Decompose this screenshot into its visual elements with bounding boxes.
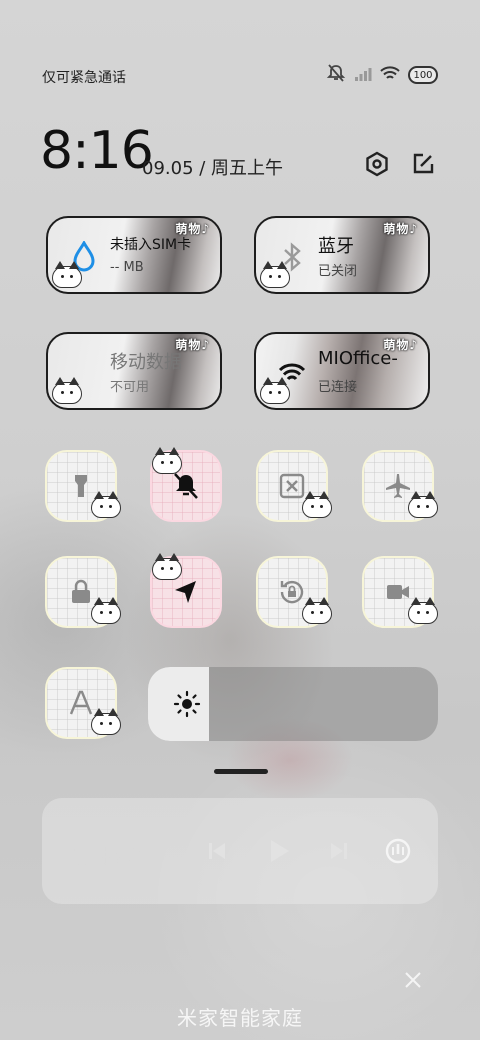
cat-sticker-icon [91, 708, 121, 735]
play-icon [271, 840, 289, 862]
tile-subtitle: -- MB [110, 260, 144, 275]
signal-icon [354, 66, 372, 85]
cat-sticker-icon [152, 447, 182, 474]
rotation-lock-tile[interactable] [256, 556, 332, 628]
close-icon [405, 972, 421, 988]
play-button[interactable] [264, 836, 294, 866]
flashlight-tile[interactable] [45, 450, 121, 522]
sim-data-tile[interactable]: 萌物♪ 未插入SIM卡 -- MB [46, 216, 222, 294]
media-card[interactable]: 暂无播放 [42, 798, 438, 904]
cat-sticker-icon [260, 261, 290, 288]
close-button[interactable] [400, 970, 426, 996]
previous-icon [209, 843, 225, 859]
font-icon [69, 690, 93, 715]
cat-sticker-icon [302, 491, 332, 518]
drag-handle[interactable] [214, 769, 268, 774]
tile-subtitle: 已连接 [318, 380, 358, 395]
cat-sticker-icon [408, 597, 438, 624]
tile-title: 未插入SIM卡 [110, 237, 192, 253]
bell-off-icon [174, 473, 198, 499]
video-camera-icon [387, 585, 409, 599]
location-tile[interactable] [150, 553, 222, 628]
tile-badge: 萌物♪ [383, 222, 418, 236]
flashlight-icon [75, 475, 87, 497]
mute-icon [326, 64, 346, 86]
settings-button[interactable] [361, 148, 393, 180]
tile-subtitle: 不可用 [110, 380, 150, 395]
clock: 8:16 [40, 121, 154, 181]
smart-home-title[interactable]: 米家智能家庭 [0, 1002, 480, 1031]
cat-sticker-icon [152, 553, 182, 580]
lock-icon [72, 579, 90, 603]
lock-screen-tile[interactable] [45, 556, 121, 628]
wifi-tile[interactable]: 萌物♪ MIOffice- 已连接 [254, 332, 430, 410]
rotation-lock-icon [280, 580, 304, 604]
edit-button[interactable] [407, 148, 439, 180]
edit-icon [413, 153, 434, 174]
airplane-tile[interactable] [362, 450, 438, 522]
cat-sticker-icon [408, 491, 438, 518]
status-icons: 100 [326, 64, 438, 86]
cast-button[interactable] [383, 836, 413, 866]
tile-subtitle: 已关闭 [318, 264, 358, 279]
carrier-status: 仅可紧急通话 [42, 70, 126, 86]
next-button[interactable] [324, 836, 354, 866]
tile-title: 移动数据 [110, 352, 182, 373]
cat-sticker-icon [91, 491, 121, 518]
tile-title: 蓝牙 [318, 236, 354, 257]
screenshot-icon [279, 473, 305, 499]
cat-sticker-icon [52, 261, 82, 288]
screenshot-tile[interactable] [256, 450, 332, 522]
next-icon [331, 843, 347, 859]
bluetooth-tile[interactable]: 萌物♪ 蓝牙 已关闭 [254, 216, 430, 294]
sun-icon [173, 690, 201, 718]
cat-sticker-icon [260, 377, 290, 404]
font-tile[interactable] [45, 667, 121, 739]
cat-sticker-icon [52, 377, 82, 404]
battery-icon: 100 [408, 66, 438, 84]
mobile-data-tile[interactable]: 萌物♪ 移动数据 不可用 [46, 332, 222, 410]
mute-tile[interactable] [150, 447, 222, 522]
location-arrow-icon [175, 581, 196, 603]
cat-sticker-icon [91, 597, 121, 624]
wifi-icon [380, 65, 400, 85]
airplane-icon [386, 474, 410, 498]
tile-title: MIOffice- [318, 348, 398, 369]
cast-icon [385, 838, 411, 864]
date: 09.05 / 周五上午 [142, 158, 284, 179]
brightness-slider[interactable] [148, 667, 438, 741]
cat-sticker-icon [302, 597, 332, 624]
gear-hex-icon [366, 151, 388, 177]
previous-button[interactable] [202, 836, 232, 866]
screen-record-tile[interactable] [362, 556, 438, 628]
media-status: 暂无播放 [64, 846, 141, 868]
